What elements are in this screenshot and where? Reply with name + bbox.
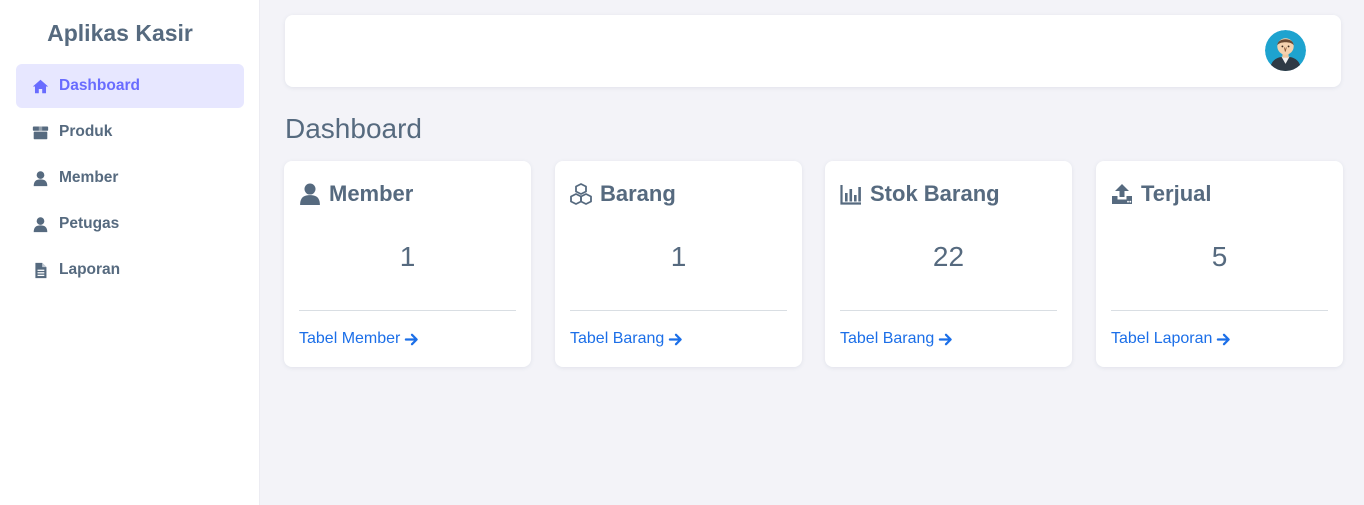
card-link-label: Tabel Laporan [1111,330,1213,347]
card-value: 1 [670,241,687,272]
sidebar-item-label: Dashboard [59,77,140,94]
upload-icon [1112,184,1132,204]
card-link-label: Tabel Member [299,330,401,347]
sidebar-item-label: Member [59,169,119,186]
sidebar: Aplikas Kasir Dashboard Produk Member Pe… [0,0,260,505]
home-icon [32,79,49,93]
card-title: Barang [600,181,676,206]
card-title: Member [329,181,414,206]
sidebar-item-member[interactable]: Member [16,156,244,200]
stok-barang-card: Stok Barang 22 Tabel Barang [825,161,1072,367]
sidebar-item-laporan[interactable]: Laporan [16,248,244,292]
user-icon [300,183,320,205]
card-link-label: Tabel Barang [570,330,665,347]
sidebar-item-dashboard[interactable]: Dashboard [16,64,244,108]
sidebar-item-produk[interactable]: Produk [16,110,244,154]
terjual-card: Terjual 5 Tabel Laporan [1096,161,1343,367]
tabel-member-link[interactable]: Tabel Member [299,330,419,348]
card-title: Terjual [1141,181,1212,206]
card-value: 22 [932,241,965,272]
card-link-label: Tabel Barang [840,330,935,347]
card-divider [1111,310,1328,311]
file-icon [35,262,47,278]
user-icon [33,170,48,186]
top-navbar [285,15,1341,87]
user-avatar[interactable] [1265,30,1306,71]
user-avatar-icon [1265,30,1306,71]
card-header: Terjual [1111,181,1212,207]
barang-card: Barang 1 Tabel Barang [555,161,802,367]
arrow-right-icon [1217,333,1231,345]
arrow-right-icon [939,333,953,345]
sidebar-item-label: Laporan [59,261,121,278]
member-card: Member 1 Tabel Member [284,161,531,367]
card-header: Barang [570,181,676,207]
sidebar-item-label: Produk [59,123,113,140]
tabel-barang-link[interactable]: Tabel Barang [570,330,683,348]
card-divider [570,310,787,311]
arrow-right-icon [405,333,419,345]
card-value: 1 [399,241,416,272]
card-header: Stok Barang [840,181,1000,207]
sidebar-item-label: Petugas [59,215,120,232]
user-icon [33,216,48,232]
sidebar-nav: Dashboard Produk Member Petugas Laporan [16,64,244,294]
card-header: Member [299,181,413,207]
box-icon [32,126,49,139]
card-divider [840,310,1057,311]
cubes-icon [570,183,592,205]
tabel-barang-stok-link[interactable]: Tabel Barang [840,330,953,348]
card-divider [299,310,516,311]
app-title: Aplikas Kasir [47,20,193,46]
chart-icon [840,185,861,205]
page-title: Dashboard [285,113,422,144]
card-value: 5 [1211,241,1228,272]
card-title: Stok Barang [870,181,1000,206]
sidebar-item-petugas[interactable]: Petugas [16,202,244,246]
tabel-laporan-link[interactable]: Tabel Laporan [1111,330,1231,348]
arrow-right-icon [669,333,683,345]
